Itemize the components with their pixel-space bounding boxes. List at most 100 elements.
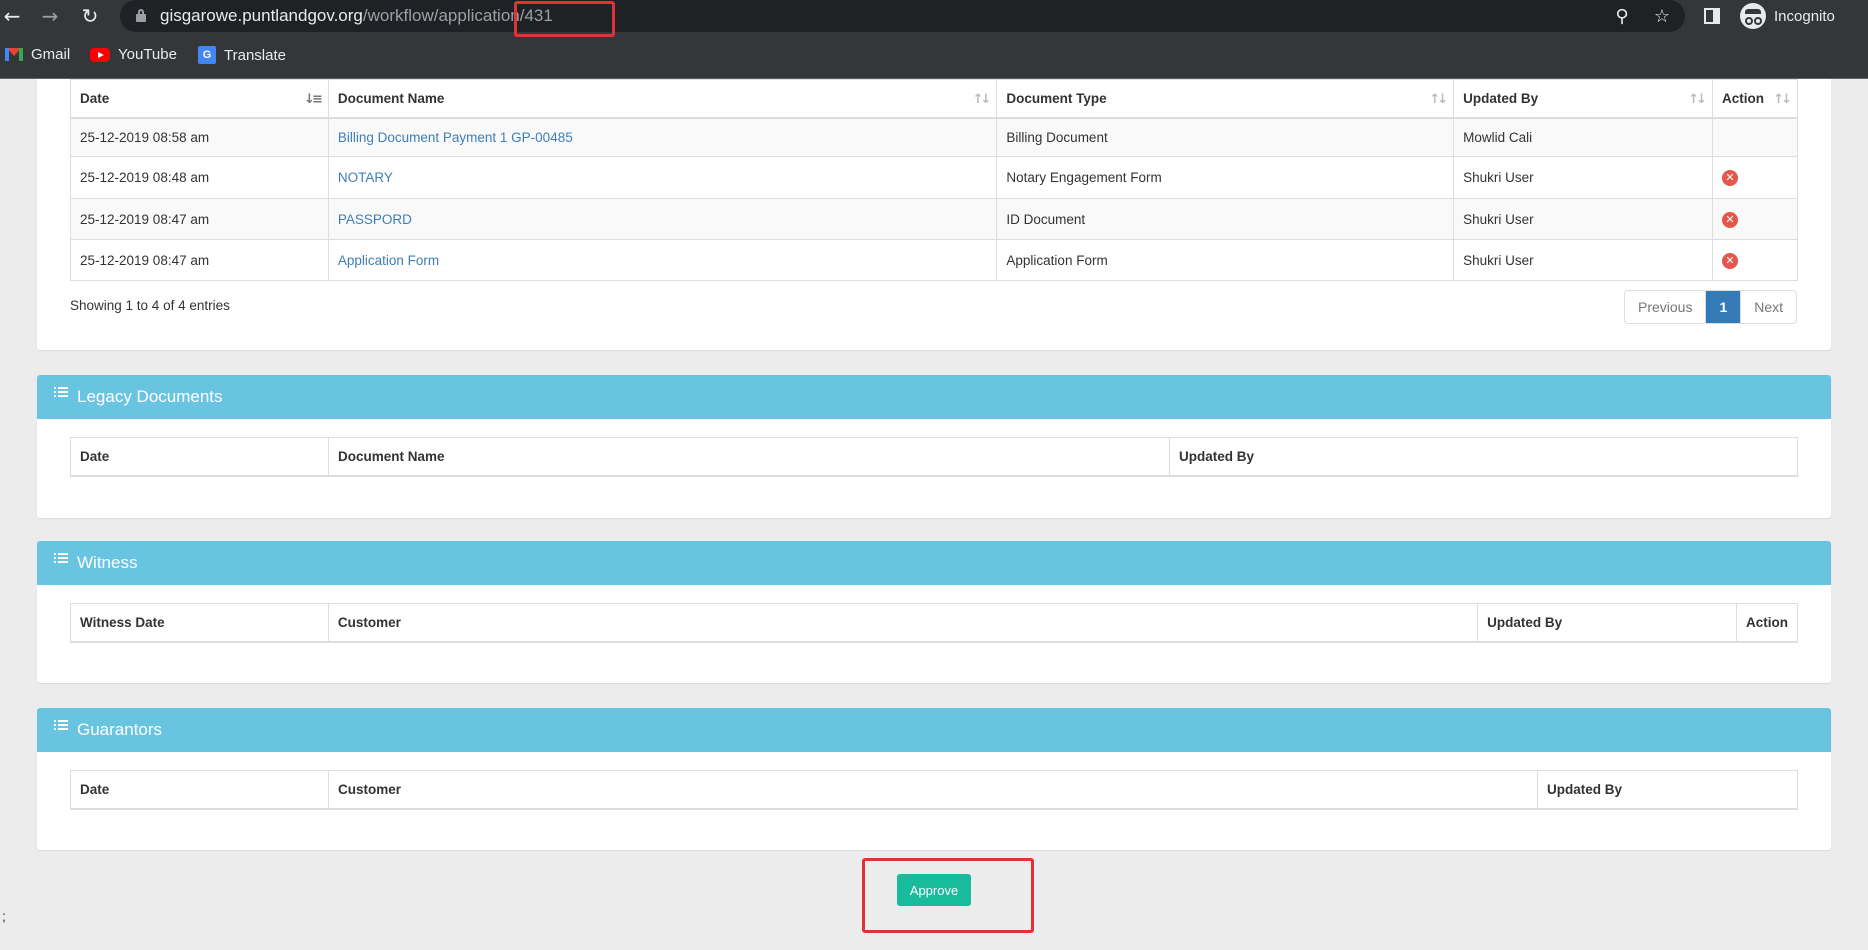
bookmark-star-icon[interactable]: ☆ — [1650, 4, 1674, 28]
delete-icon[interactable]: ✕ — [1721, 170, 1738, 186]
forward-icon[interactable]: → — [38, 4, 62, 28]
cell-action: ✕ — [1711, 239, 1799, 281]
cell-document-name: PASSPORD — [327, 198, 998, 240]
lock-icon — [136, 9, 146, 22]
col-label: Action — [1721, 90, 1764, 106]
zoom-icon[interactable]: ⚲ — [1610, 4, 1634, 28]
col-label: Date — [80, 90, 110, 106]
url-text[interactable]: gisgarowe.puntlandgov.org/workflow/appli… — [160, 6, 553, 26]
legacy-documents-header: Legacy Documents — [37, 375, 1831, 419]
legacy-documents-card: Legacy Documents Date Document Name Upda… — [37, 375, 1831, 518]
section-title: Legacy Documents — [77, 387, 223, 406]
document-link[interactable]: NOTARY — [338, 170, 393, 185]
url-host: gisgarowe.puntlandgov.org — [160, 6, 363, 25]
stray-text: ; — [2, 908, 6, 924]
reload-icon[interactable]: ↻ — [78, 4, 102, 28]
cell-date: 25-12-2019 08:58 am — [70, 117, 329, 157]
bookmark-label: YouTube — [118, 46, 177, 63]
documents-card: Date ↓≡ Document Name ↑↓ Document Type ↑↓ U… — [37, 79, 1831, 350]
pagination: Previous 1 Next — [1624, 290, 1798, 324]
cell-document-type: ID Document — [996, 198, 1455, 240]
cell-action: ✕ — [1711, 198, 1799, 240]
pagination-next[interactable]: Next — [1741, 291, 1796, 323]
col-date: Date — [70, 770, 329, 810]
col-customer: Customer — [327, 603, 1479, 643]
col-updated-by: Updated By — [1537, 770, 1798, 810]
bookmark-label: Gmail — [31, 46, 71, 63]
url-highlight-box — [514, 1, 615, 37]
col-date: Date — [70, 437, 329, 477]
cell-updated-by: Mowlid Cali — [1453, 117, 1713, 157]
documents-table: Date ↓≡ Document Name ↑↓ Document Type ↑↓ U… — [70, 79, 1799, 281]
youtube-icon — [90, 47, 110, 62]
sort-desc-icon: ↓≡ — [304, 92, 323, 107]
col-action[interactable]: Action ↑↓ — [1711, 79, 1799, 119]
cell-document-type: Application Form — [996, 239, 1455, 281]
col-document-type[interactable]: Document Type ↑↓ — [996, 79, 1455, 119]
col-action: Action — [1736, 603, 1798, 643]
legacy-documents-table: Date Document Name Updated By — [70, 437, 1798, 477]
col-date[interactable]: Date ↓≡ — [70, 79, 329, 119]
bookmark-gmail[interactable]: Gmail — [5, 46, 70, 63]
incognito-icon — [1740, 3, 1766, 29]
pagination-previous[interactable]: Previous — [1625, 291, 1707, 323]
sort-icon: ↑↓ — [1773, 92, 1792, 107]
cell-updated-by: Shukri User — [1453, 198, 1713, 240]
address-bar[interactable]: gisgarowe.puntlandgov.org/workflow/appli… — [120, 0, 1685, 32]
guarantors-table: Date Customer Updated By — [70, 770, 1798, 810]
browser-toolbar: ← → ↻ gisgarowe.puntlandgov.org/workflow… — [0, 0, 1868, 33]
witness-card: Witness Witness Date Customer Updated By… — [37, 541, 1831, 683]
cell-document-name: NOTARY — [327, 156, 998, 199]
col-updated-by: Updated By — [1477, 603, 1737, 643]
bookmark-translate[interactable]: G Translate — [198, 46, 286, 64]
approve-highlight-box — [862, 858, 1034, 933]
pagination-page[interactable]: 1 — [1706, 291, 1742, 323]
col-label: Document Type — [1006, 90, 1107, 106]
cell-updated-by: Shukri User — [1453, 239, 1713, 281]
cell-document-type: Notary Engagement Form — [996, 156, 1455, 199]
gmail-icon — [5, 48, 23, 61]
witness-header: Witness — [37, 541, 1831, 585]
bookmarks-bar: Gmail YouTube G Translate — [0, 33, 1868, 79]
cell-date: 25-12-2019 08:47 am — [70, 239, 329, 281]
document-link[interactable]: Billing Document Payment 1 GP-00485 — [338, 130, 573, 145]
list-icon — [54, 387, 68, 399]
back-icon[interactable]: ← — [0, 4, 24, 28]
table-row: 25-12-2019 08:48 am NOTARY Notary Engage… — [70, 156, 1799, 199]
cell-document-type: Billing Document — [996, 117, 1455, 157]
delete-icon[interactable]: ✕ — [1721, 211, 1738, 228]
cell-action: ✕ — [1711, 156, 1799, 199]
side-panel-icon[interactable] — [1700, 4, 1724, 28]
cell-action — [1711, 117, 1799, 157]
cell-document-name: Billing Document Payment 1 GP-00485 — [327, 117, 998, 157]
translate-icon: G — [198, 46, 216, 64]
document-link[interactable]: Application Form — [338, 253, 439, 268]
delete-icon[interactable]: ✕ — [1721, 252, 1738, 269]
cell-updated-by: Shukri User — [1453, 156, 1713, 199]
incognito-profile[interactable]: Incognito — [1740, 2, 1835, 30]
bookmark-label: Translate — [224, 46, 286, 64]
col-document-name[interactable]: Document Name ↑↓ — [327, 79, 998, 119]
cell-document-name: Application Form — [327, 239, 998, 281]
sort-icon: ↑↓ — [972, 92, 992, 107]
bookmark-youtube[interactable]: YouTube — [90, 46, 177, 63]
guarantors-header: Guarantors — [37, 708, 1831, 752]
cell-date: 25-12-2019 08:48 am — [70, 156, 329, 199]
col-document-name: Document Name — [328, 437, 1170, 477]
entries-info: Showing 1 to 4 of 4 entries — [70, 298, 230, 313]
section-title: Witness — [77, 553, 138, 572]
col-label: Updated By — [1463, 90, 1539, 106]
witness-table: Witness Date Customer Updated By Action — [70, 603, 1798, 643]
sort-icon: ↑↓ — [1429, 92, 1448, 107]
list-icon — [54, 553, 68, 565]
col-updated-by[interactable]: Updated By ↑↓ — [1453, 79, 1713, 119]
table-row: 25-12-2019 08:47 am PASSPORD ID Document… — [70, 198, 1799, 240]
col-label: Document Name — [337, 90, 445, 106]
sort-icon: ↑↓ — [1688, 92, 1707, 107]
list-icon — [54, 720, 68, 732]
col-witness-date: Witness Date — [70, 603, 329, 643]
section-title: Guarantors — [77, 720, 163, 739]
table-row: 25-12-2019 08:47 am Application Form App… — [70, 239, 1799, 281]
col-customer: Customer — [328, 770, 1538, 810]
document-link[interactable]: PASSPORD — [338, 212, 412, 227]
